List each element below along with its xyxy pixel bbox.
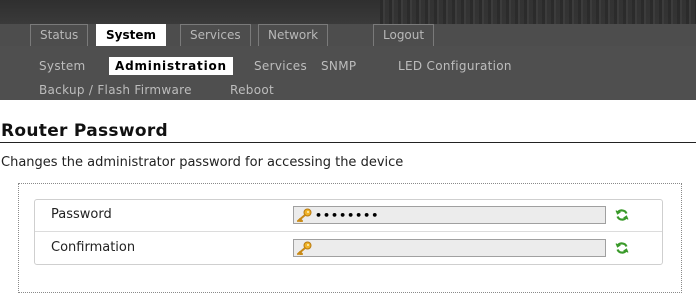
tab-services[interactable]: Services — [180, 24, 251, 46]
subnav-item-services[interactable]: Services — [254, 58, 307, 74]
tab-status[interactable]: Status — [30, 24, 89, 46]
refresh-icon[interactable] — [615, 241, 629, 255]
tab-network[interactable]: Network — [258, 24, 329, 46]
key-icon — [297, 208, 312, 222]
password-form: Password Confirmation — [34, 199, 663, 265]
tab-logout[interactable]: Logout — [373, 24, 435, 46]
subnav-item-administration[interactable]: Administration — [109, 57, 233, 75]
subnav-item-backup-flash-firmware[interactable]: Backup / Flash Firmware — [39, 82, 192, 98]
password-field[interactable] — [293, 206, 606, 224]
row-divider — [35, 231, 662, 232]
header-texture — [0, 0, 696, 24]
subnav-item-reboot[interactable]: Reboot — [230, 82, 274, 98]
key-icon — [297, 241, 312, 255]
tab-system[interactable]: System — [96, 24, 166, 46]
subnav-item-snmp[interactable]: SNMP — [321, 58, 356, 74]
page-description: Changes the administrator password for a… — [1, 155, 404, 170]
password-label: Password — [51, 207, 112, 222]
subnav-item-system[interactable]: System — [39, 58, 86, 74]
refresh-icon[interactable] — [615, 208, 629, 222]
confirmation-label: Confirmation — [51, 240, 136, 255]
title-divider — [0, 142, 696, 143]
confirmation-field[interactable] — [293, 239, 606, 257]
page-title: Router Password — [1, 121, 168, 141]
subnav-item-led-configuration[interactable]: LED Configuration — [398, 58, 512, 74]
